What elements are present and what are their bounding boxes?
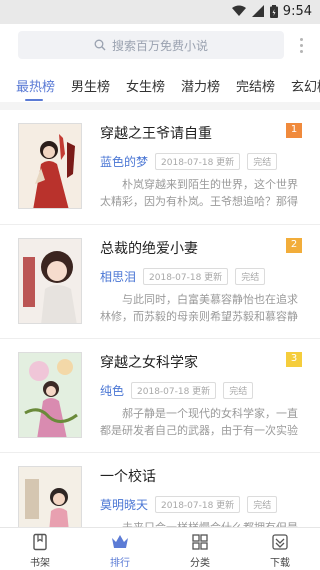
book-title: 穿越之王爷请自重 xyxy=(100,126,212,142)
search-input[interactable]: 搜索百万免费小说 xyxy=(18,31,284,59)
status-tag: 完结 xyxy=(235,267,266,285)
status-tag: 完结 xyxy=(247,152,278,170)
book-description: 朴岚穿越来到陌生的世界，这个世界太精彩，因为有朴岚。王爷想追哈？那得看哈！ xyxy=(100,178,298,208)
book-author: 相思泪 xyxy=(100,269,137,284)
tab-fantasy[interactable]: 玄幻榜 xyxy=(291,76,320,95)
update-tag: 2018-07-18 更新 xyxy=(155,152,241,170)
book-meta: 纯色 2018-07-18 更新 完结 xyxy=(100,381,260,399)
update-tag: 2018-07-18 更新 xyxy=(143,267,229,285)
ranking-tabs: 最热榜 男生榜 女生榜 潜力榜 完结榜 玄幻榜 xyxy=(0,68,320,102)
search-icon xyxy=(94,39,106,51)
search-placeholder: 搜索百万免费小说 xyxy=(111,38,208,53)
nav-label: 分类 xyxy=(190,558,210,569)
download-icon xyxy=(272,534,288,550)
rank-badge: 1 xyxy=(286,123,302,138)
rank-badge: 3 xyxy=(286,352,302,367)
signal-icon xyxy=(252,5,264,17)
book-author: 莫明晓天 xyxy=(100,497,149,512)
status-time: 9:54 xyxy=(282,4,312,19)
book-list-item[interactable]: 穿越之王爷请自重 1 蓝色的梦 2018-07-18 更新 完结 朴岚穿越来到陌… xyxy=(0,110,320,224)
battery-icon xyxy=(270,5,278,18)
nav-label: 下载 xyxy=(270,558,290,569)
status-tag: 完结 xyxy=(247,495,278,513)
book-title: 一个校话 xyxy=(100,469,156,485)
nav-bookshelf[interactable]: 书架 xyxy=(10,531,70,569)
section-separator xyxy=(0,102,320,110)
book-description: 与此同时，白富美慕容静怡也在追求林修，而苏毅的母亲则希望苏毅和慕容静怡... xyxy=(100,293,298,323)
book-meta: 蓝色的梦 2018-07-18 更新 完结 xyxy=(100,152,284,170)
bookshelf-icon xyxy=(33,533,47,551)
tab-completed[interactable]: 完结榜 xyxy=(236,76,275,95)
rank-badge: 2 xyxy=(286,238,302,253)
book-title: 总裁的绝爱小妻 xyxy=(100,241,198,257)
book-cover xyxy=(18,352,82,438)
book-meta: 莫明晓天 2018-07-18 更新 完结 xyxy=(100,495,284,513)
book-list-item[interactable]: 穿越之女科学家 3 纯色 2018-07-18 更新 完结 郝子静是一个现代的女… xyxy=(0,339,320,453)
book-description: 郝子静是一个现代的女科学家，一直都是研发者自己的武器，由于有一次实验室没... xyxy=(100,407,298,437)
book-cover xyxy=(18,123,82,209)
nav-ranking[interactable]: 排行 xyxy=(90,531,150,569)
nav-label: 排行 xyxy=(110,558,130,569)
update-tag: 2018-07-18 更新 xyxy=(131,381,217,399)
tab-male[interactable]: 男生榜 xyxy=(71,76,110,95)
wifi-icon xyxy=(232,5,246,16)
search-row: 搜索百万免费小说 xyxy=(0,24,320,68)
book-author: 纯色 xyxy=(100,383,125,398)
update-tag: 2018-07-18 更新 xyxy=(155,495,241,513)
nav-download[interactable]: 下载 xyxy=(250,531,310,569)
status-bar: 9:54 xyxy=(0,0,320,24)
nav-label: 书架 xyxy=(30,558,50,569)
book-title: 穿越之女科学家 xyxy=(100,355,198,371)
active-tab-indicator xyxy=(25,99,43,101)
tab-hottest[interactable]: 最热榜 xyxy=(16,76,55,95)
tab-potential[interactable]: 潜力榜 xyxy=(181,76,220,95)
nav-category[interactable]: 分类 xyxy=(170,531,230,569)
tab-female[interactable]: 女生榜 xyxy=(126,76,165,95)
more-options-icon[interactable] xyxy=(297,38,305,56)
status-tag: 完结 xyxy=(223,381,254,399)
bottom-navigation: 书架 排行 分类 下载 xyxy=(0,527,320,570)
book-list-item[interactable]: 总裁的绝爱小妻 2 相思泪 2018-07-18 更新 完结 与此同时，白富美慕… xyxy=(0,225,320,339)
grid-icon xyxy=(192,534,208,550)
book-author: 蓝色的梦 xyxy=(100,154,149,169)
crown-icon xyxy=(112,535,128,548)
book-cover xyxy=(18,238,82,324)
book-meta: 相思泪 2018-07-18 更新 完结 xyxy=(100,267,272,285)
